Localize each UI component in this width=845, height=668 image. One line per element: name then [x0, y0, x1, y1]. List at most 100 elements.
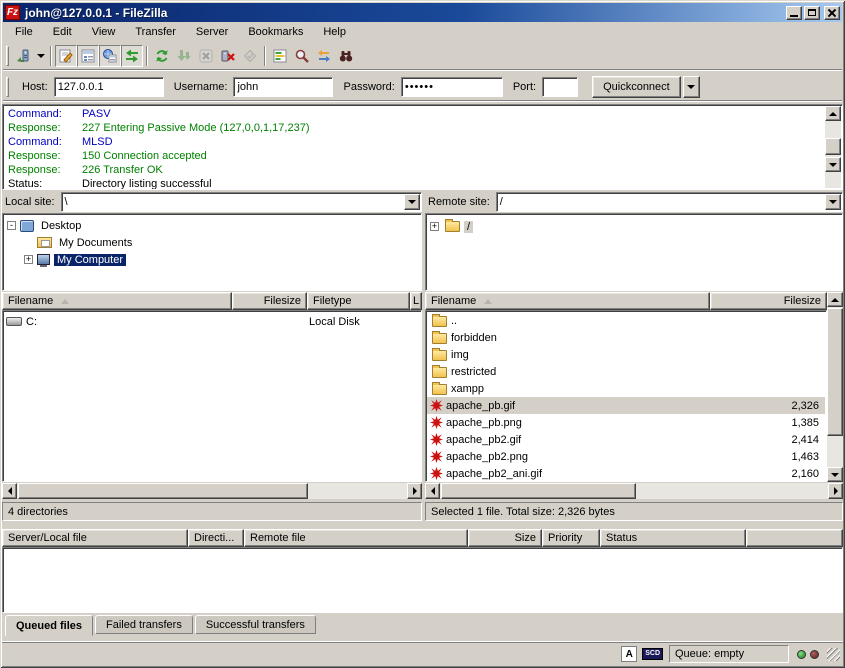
arrow-down-icon: [829, 163, 837, 167]
menu-edit[interactable]: Edit: [43, 24, 82, 40]
file-row-c-drive[interactable]: C: Local Disk: [3, 313, 421, 330]
tree-item-desktop[interactable]: - Desktop: [7, 217, 421, 234]
column-filetype[interactable]: Filetype: [307, 292, 410, 310]
column-filename[interactable]: Filename: [2, 292, 232, 310]
site-manager-dropdown-button[interactable]: [34, 45, 47, 67]
toggle-remote-treeview-button[interactable]: [99, 45, 121, 67]
local-hscrollbar[interactable]: [2, 483, 422, 499]
menu-file[interactable]: File: [5, 24, 43, 40]
expand-icon[interactable]: +: [430, 222, 439, 231]
remote-site-dropdown[interactable]: [825, 194, 841, 210]
host-input[interactable]: [54, 77, 164, 97]
scroll-down-button[interactable]: [825, 157, 841, 172]
column-direction[interactable]: Directi...: [188, 529, 244, 547]
speed-limit-icon[interactable]: SCD: [642, 648, 663, 660]
toolbar-grip[interactable]: [6, 46, 9, 66]
transfer-type-ascii-icon[interactable]: A: [621, 646, 637, 662]
scroll-right-button[interactable]: [828, 483, 843, 499]
collapse-icon[interactable]: -: [7, 221, 16, 230]
minimize-button[interactable]: [786, 6, 802, 20]
column-size[interactable]: Size: [468, 529, 542, 547]
scrollbar-thumb[interactable]: [827, 308, 843, 436]
apache-image-icon: [430, 450, 443, 463]
local-treeview-icon: [80, 48, 96, 64]
disconnect-button[interactable]: [217, 45, 239, 67]
file-row[interactable]: restricted: [427, 363, 825, 380]
menu-server[interactable]: Server: [186, 24, 238, 40]
remote-status-text: Selected 1 file. Total size: 2,326 bytes: [431, 506, 615, 518]
column-server-local-file[interactable]: Server/Local file: [2, 529, 188, 547]
file-row[interactable]: apache_pb2.gif 2,414: [427, 431, 825, 448]
remote-vscrollbar[interactable]: [827, 292, 843, 482]
menu-view[interactable]: View: [82, 24, 126, 40]
scroll-down-button[interactable]: [827, 467, 843, 482]
remote-site-combo[interactable]: /: [496, 192, 843, 212]
resize-grip[interactable]: [827, 648, 840, 661]
tree-item-my-documents[interactable]: My Documents: [7, 234, 421, 251]
scroll-left-button[interactable]: [2, 483, 17, 499]
password-input[interactable]: [401, 77, 503, 97]
message-log-icon: [58, 48, 74, 64]
close-button[interactable]: [824, 6, 840, 20]
remote-hscrollbar[interactable]: [425, 483, 843, 499]
file-row[interactable]: apache_pb.png 1,385: [427, 414, 825, 431]
file-row[interactable]: ..: [427, 312, 825, 329]
file-search-button[interactable]: [335, 45, 357, 67]
column-filename[interactable]: Filename: [425, 292, 710, 310]
toggle-transfer-queue-button[interactable]: [121, 45, 143, 67]
tree-item-my-computer[interactable]: + My Computer: [7, 251, 421, 268]
toggle-message-log-button[interactable]: [55, 45, 77, 67]
tab-queued-files[interactable]: Queued files: [5, 615, 93, 636]
menu-help[interactable]: Help: [313, 24, 356, 40]
filename-filter-button[interactable]: [291, 45, 313, 67]
file-row[interactable]: apache_pb2_ani.gif 2,160: [427, 465, 825, 482]
titlebar: Fz john@127.0.0.1 - FileZilla: [3, 3, 842, 22]
file-row[interactable]: img: [427, 346, 825, 363]
tab-failed-transfers[interactable]: Failed transfers: [95, 615, 193, 634]
scroll-up-button[interactable]: [827, 292, 843, 307]
tree-item-root[interactable]: + /: [430, 218, 842, 235]
site-manager-button[interactable]: [12, 45, 34, 67]
abort-button[interactable]: [239, 45, 261, 67]
column-priority[interactable]: Priority: [542, 529, 600, 547]
synchronized-browsing-button[interactable]: [313, 45, 335, 67]
port-input[interactable]: [542, 77, 578, 97]
column-last-modified[interactable]: L: [410, 292, 422, 310]
filezilla-window: Fz john@127.0.0.1 - FileZilla File Edit …: [0, 0, 845, 668]
scroll-right-button[interactable]: [407, 483, 422, 499]
quickconnect-grip[interactable]: [6, 77, 9, 97]
directory-comparison-button[interactable]: [269, 45, 291, 67]
log-scrollbar[interactable]: [825, 106, 841, 188]
toggle-local-treeview-button[interactable]: [77, 45, 99, 67]
toolbar-separator: [146, 46, 148, 66]
column-filesize[interactable]: Filesize: [710, 292, 827, 310]
scrollbar-thumb[interactable]: [18, 483, 308, 499]
local-site-dropdown[interactable]: [404, 194, 420, 210]
synchronized-browsing-icon: [316, 48, 332, 64]
scrollbar-thumb[interactable]: [441, 483, 636, 499]
scroll-left-button[interactable]: [425, 483, 440, 499]
scrollbar-thumb[interactable]: [825, 138, 841, 155]
cancel-operation-button[interactable]: [195, 45, 217, 67]
column-remote-file[interactable]: Remote file: [244, 529, 468, 547]
expand-icon[interactable]: +: [24, 255, 33, 264]
username-input[interactable]: [233, 77, 333, 97]
local-site-combo[interactable]: \: [61, 192, 422, 212]
tab-successful-transfers[interactable]: Successful transfers: [195, 615, 316, 634]
file-row[interactable]: forbidden: [427, 329, 825, 346]
quickconnect-dropdown-button[interactable]: [683, 76, 700, 98]
file-row-selected[interactable]: apache_pb.gif 2,326: [427, 397, 825, 414]
queue-body[interactable]: [2, 547, 843, 613]
process-queue-button[interactable]: [173, 45, 195, 67]
refresh-button[interactable]: [151, 45, 173, 67]
column-filesize[interactable]: Filesize: [232, 292, 307, 310]
column-status[interactable]: Status: [600, 529, 746, 547]
abort-icon: [242, 48, 258, 64]
menu-transfer[interactable]: Transfer: [125, 24, 186, 40]
quickconnect-button[interactable]: Quickconnect: [592, 76, 681, 98]
file-row[interactable]: xampp: [427, 380, 825, 397]
scroll-up-button[interactable]: [825, 106, 841, 121]
menu-bookmarks[interactable]: Bookmarks: [238, 24, 313, 40]
file-row[interactable]: apache_pb2.png 1,463: [427, 448, 825, 465]
maximize-button[interactable]: [804, 6, 820, 20]
